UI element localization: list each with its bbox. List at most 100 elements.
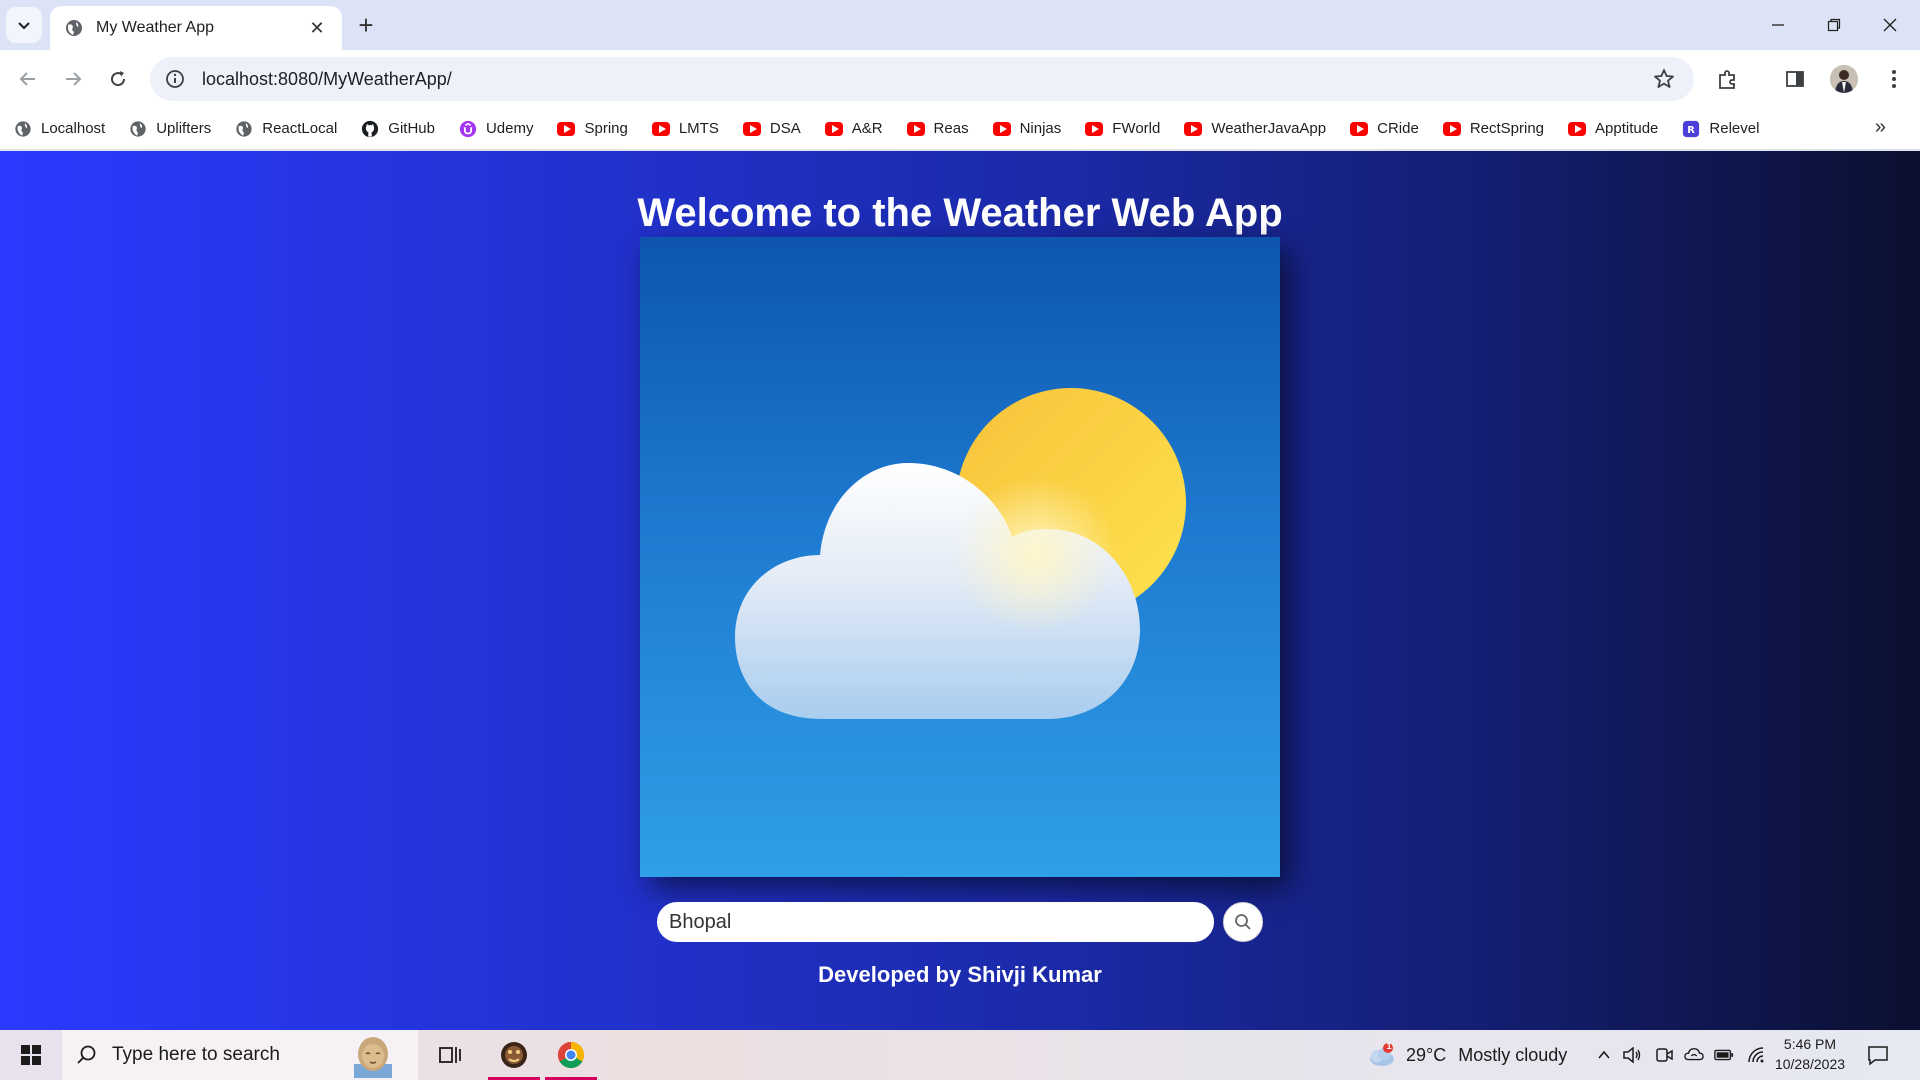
forward-button[interactable] [55, 61, 91, 97]
tab-search-button[interactable] [6, 7, 42, 43]
chevron-down-icon [18, 22, 30, 30]
weather-widget[interactable]: 29°C Mostly cloudy [1406, 1030, 1567, 1080]
bookmark-label: Udemy [485, 120, 534, 137]
youtube-icon [992, 120, 1011, 138]
bookmark-label: Apptitude [1595, 120, 1659, 137]
restore-button[interactable] [1814, 8, 1854, 42]
bookmark-fworld[interactable]: FWorld [1085, 114, 1160, 144]
url-text[interactable]: localhost:8080/MyWeatherApp/ [202, 69, 452, 90]
bookmark-reactlocal[interactable]: ReactLocal [235, 114, 337, 144]
site-info-icon[interactable] [164, 68, 186, 90]
youtube-icon [651, 120, 670, 138]
notifications-button[interactable] [1866, 1043, 1890, 1067]
weather-description: Mostly cloudy [1458, 1044, 1568, 1065]
bookmark-rectspring[interactable]: RectSpring [1442, 114, 1544, 144]
chevron-up-icon [1598, 1050, 1610, 1059]
volume-button[interactable] [1622, 1045, 1642, 1065]
network-button[interactable] [1746, 1045, 1766, 1065]
windows-logo-icon [21, 1045, 41, 1065]
arrow-left-icon [19, 72, 35, 86]
bookmark-label: Reas [933, 120, 969, 137]
youtube-icon [906, 120, 925, 138]
taskbar-app-chrome[interactable] [545, 1030, 597, 1080]
weather-widget-icon[interactable]: 1 [1366, 1041, 1396, 1068]
battery-icon [1714, 1049, 1734, 1061]
browser-menu-button[interactable] [1880, 65, 1908, 93]
youtube-icon [557, 120, 576, 138]
page-title: Welcome to the Weather Web App [637, 191, 1283, 235]
task-view-button[interactable] [424, 1030, 476, 1080]
close-window-button[interactable] [1870, 8, 1910, 42]
extensions-button[interactable] [1714, 65, 1742, 93]
globe-icon [235, 120, 253, 138]
taskbar-clock[interactable]: 5:46 PM 10/28/2023 [1770, 1034, 1850, 1074]
search-icon [1235, 914, 1251, 930]
start-button[interactable] [10, 1030, 52, 1080]
profile-person-icon [1830, 65, 1858, 93]
bookmark-lmts[interactable]: LMTS [651, 114, 719, 144]
bookmark-label: Spring [584, 120, 628, 137]
tab-title: My Weather App [96, 19, 214, 36]
wifi-icon [1748, 1047, 1764, 1063]
reload-button[interactable] [100, 61, 136, 97]
battery-button[interactable] [1714, 1045, 1734, 1065]
taskbar-app-game[interactable] [488, 1030, 540, 1080]
windows-taskbar: Type here to search 1 29°C Mostly cloudy… [0, 1030, 1920, 1080]
restore-icon [1827, 18, 1841, 32]
side-panel-button[interactable] [1781, 65, 1809, 93]
bookmark-udemy[interactable]: Udemy [459, 114, 534, 144]
udemy-icon [459, 120, 477, 138]
city-search-input[interactable] [657, 902, 1214, 942]
onedrive-button[interactable] [1684, 1045, 1704, 1065]
globe-icon [66, 20, 82, 36]
weather-alert-badge: 1 [1386, 1041, 1392, 1051]
taskbar-search-box[interactable]: Type here to search [62, 1030, 418, 1080]
bookmark-ninjas[interactable]: Ninjas [992, 114, 1062, 144]
bookmark-label: Ninjas [1019, 120, 1062, 137]
bookmark-spring[interactable]: Spring [557, 114, 628, 144]
minimize-icon [1772, 24, 1784, 26]
bookmark-uplifters[interactable]: Uplifters [129, 114, 211, 144]
city-search-form [657, 902, 1263, 944]
back-button[interactable] [10, 61, 46, 97]
weather-app-page: Welcome to the Weather Web App Bhopal De… [0, 151, 1920, 1030]
show-hidden-icons-button[interactable] [1594, 1045, 1614, 1065]
browser-tab-active[interactable]: My Weather App ✕ [50, 6, 342, 50]
globe-icon [129, 120, 147, 138]
address-bar[interactable]: localhost:8080/MyWeatherApp/ [150, 57, 1694, 101]
new-tab-button[interactable]: + [352, 11, 380, 39]
game-app-icon [501, 1042, 527, 1068]
youtube-icon [1568, 120, 1587, 138]
bookmark-apptitude[interactable]: Apptitude [1568, 114, 1658, 144]
bookmark-localhost[interactable]: Localhost [14, 114, 105, 144]
clock-date: 10/28/2023 [1774, 1056, 1846, 1072]
close-tab-icon[interactable]: ✕ [306, 17, 328, 39]
bookmark-relevel[interactable]: R Relevel [1682, 114, 1759, 144]
search-button[interactable] [1223, 902, 1263, 942]
bookmarks-bar: Localhost Uplifters ReactLocal GitHub Udemy S… [0, 108, 1920, 150]
minimize-button[interactable] [1758, 8, 1798, 42]
close-icon [1883, 18, 1897, 32]
kebab-menu-icon [1892, 70, 1896, 88]
bookmark-a-r[interactable]: A&R [824, 114, 883, 144]
browser-toolbar: localhost:8080/MyWeatherApp/ [0, 50, 1920, 108]
clock-time: 5:46 PM [1783, 1036, 1837, 1052]
bookmarks-overflow-button[interactable]: » [1875, 116, 1886, 139]
profile-avatar[interactable] [1830, 65, 1858, 93]
bookmark-label: DSA [769, 120, 801, 137]
weather-temperature: 29°C [1406, 1044, 1447, 1065]
bookmark-label: FWorld [1112, 120, 1161, 137]
bookmark-weatherjavaapp[interactable]: WeatherJavaApp [1184, 114, 1326, 144]
meet-now-button[interactable] [1654, 1045, 1674, 1065]
bookmark-label: Localhost [41, 120, 106, 137]
task-view-icon [439, 1047, 461, 1063]
bookmark-star-icon[interactable] [1652, 67, 1676, 91]
svg-text:R: R [1688, 125, 1696, 136]
bookmark-github[interactable]: GitHub [361, 114, 435, 144]
search-highlight-image [354, 1037, 392, 1078]
bookmark-cride[interactable]: CRide [1350, 114, 1419, 144]
bookmark-reas[interactable]: Reas [906, 114, 969, 144]
chrome-icon [557, 1041, 585, 1069]
search-icon [77, 1045, 96, 1064]
bookmark-dsa[interactable]: DSA [742, 114, 801, 144]
